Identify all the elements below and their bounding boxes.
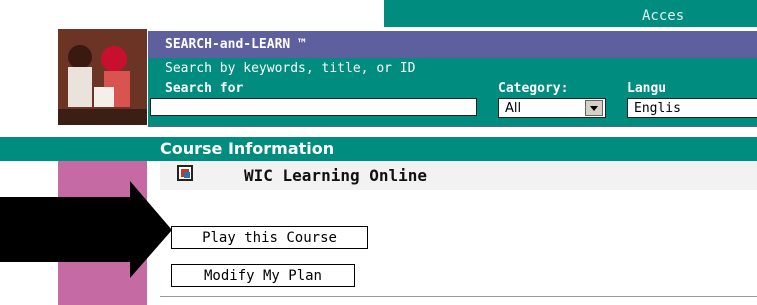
access-link[interactable]: Acces bbox=[642, 8, 684, 24]
language-select[interactable]: Englis bbox=[627, 98, 757, 118]
chevron-down-icon[interactable] bbox=[585, 100, 603, 116]
divider bbox=[160, 296, 757, 297]
course-title: WIC Learning Online bbox=[244, 166, 428, 185]
modify-plan-button[interactable]: Modify My Plan bbox=[171, 264, 355, 287]
category-value: All bbox=[505, 101, 522, 116]
arrow-pointer-icon bbox=[0, 181, 172, 278]
category-select[interactable]: All bbox=[498, 98, 606, 118]
search-hint-bar: Search by keywords, title, or ID bbox=[148, 58, 757, 78]
search-hint: Search by keywords, title, or ID bbox=[165, 61, 416, 76]
top-bar bbox=[384, 0, 757, 27]
play-course-button[interactable]: Play this Course bbox=[171, 226, 368, 249]
category-label: Category: bbox=[498, 81, 569, 96]
language-label: Langu bbox=[627, 81, 667, 96]
language-value: Englis bbox=[634, 101, 681, 116]
